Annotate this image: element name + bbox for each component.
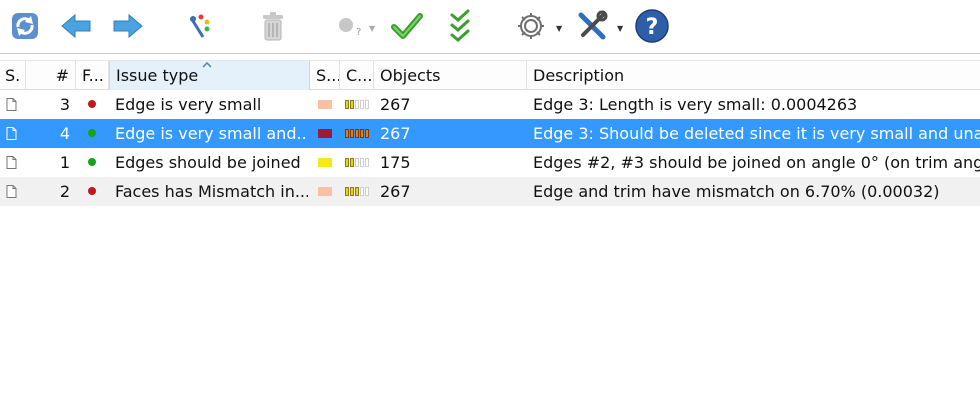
row-number: 1 xyxy=(59,153,70,172)
confidence-bar xyxy=(360,187,364,196)
help-icon[interactable]: ? xyxy=(632,6,672,46)
svg-text:?: ? xyxy=(646,15,659,40)
table-header: S. # F... Issue type S... C... Objects D… xyxy=(0,60,980,90)
column-header-description[interactable]: Description xyxy=(527,61,980,90)
trash-icon[interactable] xyxy=(253,6,293,46)
confidence-bar xyxy=(350,100,354,109)
confidence-bar xyxy=(345,187,349,196)
confidence-bar xyxy=(355,187,359,196)
confidence-bar xyxy=(350,129,354,138)
row-number: 2 xyxy=(59,182,70,201)
svg-text:?: ? xyxy=(356,27,361,38)
table-row[interactable]: 3 Edge is very small 267 Edge 3: Length is … xyxy=(0,90,980,119)
confidence-bars-icon xyxy=(345,187,371,196)
severity-swatch xyxy=(318,100,332,109)
confidence-bars-icon xyxy=(345,158,371,167)
document-icon xyxy=(6,127,17,140)
document-icon xyxy=(6,156,17,169)
confidence-bar xyxy=(365,158,369,167)
table-body: 3 Edge is very small 267 Edge 3: Length is … xyxy=(0,90,980,206)
confidence-bar xyxy=(365,100,369,109)
gear-icon[interactable] xyxy=(511,6,551,46)
confidence-bar xyxy=(350,158,354,167)
confidence-bar xyxy=(345,100,349,109)
flag-dot-icon xyxy=(88,187,96,195)
objects-cell: 175 xyxy=(380,153,411,172)
confidence-bar xyxy=(365,187,369,196)
description-cell: Edges #2, #3 should be joined on angle 0… xyxy=(533,153,980,172)
toolbar: ? ▼ ▼ ▼ ? xyxy=(0,0,980,54)
column-header-confidence[interactable]: C... xyxy=(340,61,374,90)
description-cell: Edge and trim have mismatch on 6.70% (0.… xyxy=(533,182,940,201)
back-arrow-icon[interactable] xyxy=(56,6,96,46)
confidence-bar xyxy=(360,100,364,109)
issue-type-cell: Faces has Mismatch in... xyxy=(115,182,308,201)
column-header-flag[interactable]: F... xyxy=(76,61,109,90)
confidence-bar xyxy=(355,129,359,138)
issue-type-cell: Edge is very small xyxy=(115,95,262,114)
sort-ascending-icon xyxy=(202,62,212,68)
issues-table: S. # F... Issue type S... C... Objects D… xyxy=(0,60,980,206)
confidence-bar xyxy=(360,129,364,138)
description-cell: Edge 3: Should be deleted since it is ve… xyxy=(533,124,980,143)
objects-cell: 267 xyxy=(380,124,411,143)
confidence-bar xyxy=(365,129,369,138)
check-all-icon[interactable] xyxy=(440,6,480,46)
severity-swatch xyxy=(318,158,332,167)
filter-wand-icon[interactable] xyxy=(180,6,220,46)
column-header-issue-type-label: Issue type xyxy=(116,66,199,85)
tools-icon[interactable] xyxy=(572,6,612,46)
severity-swatch xyxy=(318,129,332,138)
table-row[interactable]: 1 Edges should be joined 175 Edges #2, #3 s… xyxy=(0,148,980,177)
forward-arrow-icon[interactable] xyxy=(108,6,148,46)
column-header-number[interactable]: # xyxy=(26,61,76,90)
document-icon xyxy=(6,185,17,198)
flag-dot-icon xyxy=(88,158,96,166)
row-number: 3 xyxy=(59,95,70,114)
unknown-state-icon[interactable]: ? xyxy=(328,6,368,46)
table-row[interactable]: 2 Faces has Mismatch in... 267 Edge and tri… xyxy=(0,177,980,206)
confidence-bar xyxy=(355,158,359,167)
flag-dot-icon xyxy=(88,129,96,137)
column-header-objects[interactable]: Objects xyxy=(374,61,527,90)
objects-cell: 267 xyxy=(380,182,411,201)
column-header-severity[interactable]: S... xyxy=(310,61,340,90)
confidence-bar xyxy=(360,158,364,167)
issue-type-cell: Edges should be joined xyxy=(115,153,301,172)
check-icon[interactable] xyxy=(387,6,427,46)
chevron-down-icon[interactable]: ▼ xyxy=(617,24,623,33)
flag-dot-icon xyxy=(88,100,96,108)
table-row[interactable]: 4 Edge is very small and... 267 Edge 3: Sho… xyxy=(0,119,980,148)
column-header-status[interactable]: S. xyxy=(0,61,26,90)
objects-cell: 267 xyxy=(380,95,411,114)
confidence-bar xyxy=(350,187,354,196)
confidence-bar xyxy=(345,158,349,167)
severity-swatch xyxy=(318,187,332,196)
issue-type-cell: Edge is very small and... xyxy=(115,124,308,143)
refresh-icon[interactable] xyxy=(5,6,45,46)
column-header-issue-type[interactable]: Issue type xyxy=(109,61,310,90)
confidence-bars-icon xyxy=(345,100,371,109)
row-number: 4 xyxy=(59,124,70,143)
confidence-bars-icon xyxy=(345,129,371,138)
document-icon xyxy=(6,98,17,111)
description-cell: Edge 3: Length is very small: 0.0004263 xyxy=(533,95,858,114)
confidence-bar xyxy=(355,100,359,109)
chevron-down-icon[interactable]: ▼ xyxy=(556,24,562,33)
chevron-down-icon[interactable]: ▼ xyxy=(369,24,375,33)
confidence-bar xyxy=(345,129,349,138)
